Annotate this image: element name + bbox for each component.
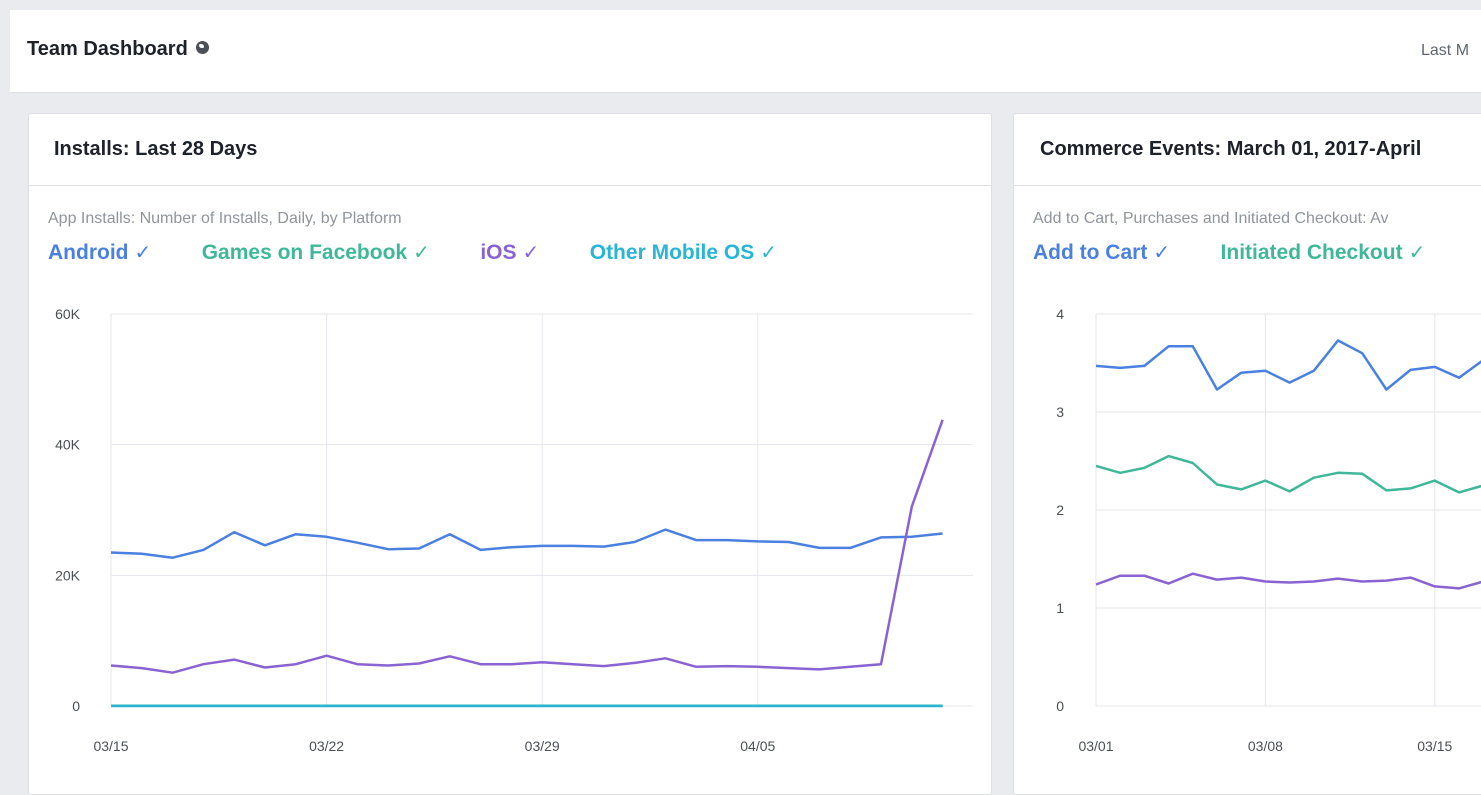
- x-tick-label: 03/15: [93, 738, 128, 754]
- date-range-selector[interactable]: Last M: [1421, 42, 1481, 60]
- y-tick-label: 20K: [55, 567, 81, 583]
- page-title-text: Team Dashboard: [27, 38, 188, 60]
- x-tick-label: 03/22: [309, 738, 344, 754]
- x-tick-label: 03/29: [525, 738, 560, 754]
- installs-panel: Installs: Last 28 Days App Installs: Num…: [28, 113, 992, 795]
- y-tick-label: 40K: [55, 437, 81, 453]
- x-tick-label: 03/15: [1417, 738, 1452, 754]
- x-tick-label: 03/01: [1078, 738, 1113, 754]
- x-tick-label: 03/08: [1248, 738, 1283, 754]
- series-line-series-2: [1095, 572, 1481, 590]
- y-tick-label: 60K: [55, 306, 81, 322]
- commerce-events-panel: Commerce Events: March 01, 2017-April Ad…: [1013, 113, 1481, 795]
- commerce-events-line-chart: 0 1 2 3 4 03/01 03/08 03/15: [1056, 306, 1481, 754]
- y-tick-label: 2: [1056, 502, 1064, 518]
- y-tick-label: 4: [1056, 306, 1064, 322]
- y-tick-label: 3: [1056, 404, 1064, 420]
- y-tick-label: 0: [72, 698, 80, 714]
- page-title: Team Dashboard: [27, 38, 209, 61]
- series-line-android: [110, 528, 943, 559]
- series-line-initiated-checkout: [1095, 454, 1481, 494]
- y-tick-label: 0: [1056, 698, 1064, 714]
- y-tick-label: 1: [1056, 600, 1064, 616]
- dashboard-header: Team Dashboard Last M: [10, 10, 1481, 93]
- globe-icon[interactable]: [195, 41, 209, 54]
- installs-line-chart: 0 20K 40K 60K 03/15 03/22 03/29 04/05: [55, 306, 973, 754]
- x-tick-label: 04/05: [740, 738, 775, 754]
- series-line-add-to-cart: [1095, 339, 1481, 391]
